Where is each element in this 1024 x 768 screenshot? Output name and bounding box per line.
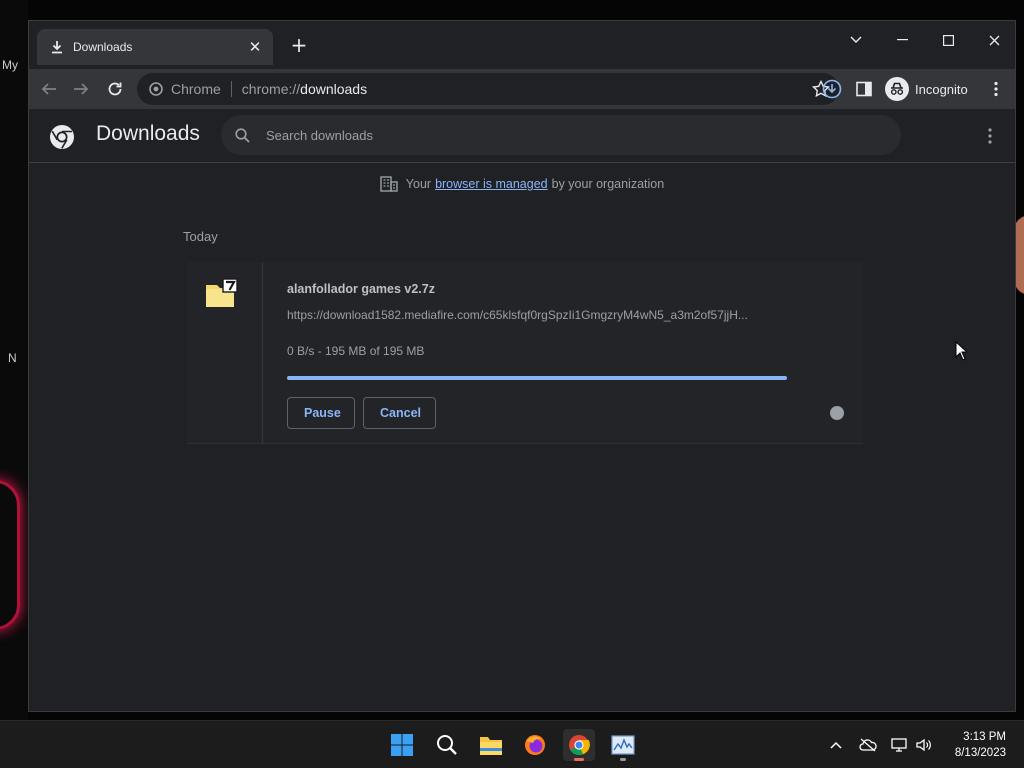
origin-chip: Chrome: [171, 81, 221, 97]
taskbar-clock[interactable]: 3:13 PM 8/13/2023: [955, 729, 1006, 761]
download-status: 0 B/s - 195 MB of 195 MB: [287, 344, 425, 358]
close-icon: [989, 35, 999, 45]
firefox-icon: [525, 735, 545, 755]
clock-time: 3:13 PM: [963, 731, 1006, 743]
minimize-icon: [896, 39, 908, 41]
mouse-cursor-icon: [955, 341, 967, 361]
incognito-profile-button[interactable]: Incognito: [883, 73, 976, 105]
downloads-button[interactable]: [821, 78, 843, 100]
search-box: [221, 115, 901, 155]
download-item-card: alanfollador games v2.7z https://downloa…: [187, 262, 863, 444]
taskbar: 3:13 PM 8/13/2023: [0, 720, 1024, 768]
clock-date: 8/13/2023: [954, 747, 1006, 759]
tab-downloads[interactable]: Downloads ✕: [37, 29, 273, 65]
running-indicator: [620, 758, 626, 761]
file-explorer-icon: [480, 737, 502, 755]
vertical-dots-icon: [994, 81, 998, 97]
start-button[interactable]: [386, 729, 418, 761]
more-actions-icon[interactable]: [987, 127, 993, 145]
pause-button[interactable]: Pause: [287, 397, 355, 429]
cancel-button[interactable]: Cancel: [363, 397, 436, 429]
network-icon: [891, 738, 907, 752]
managed-suffix: by your organization: [551, 177, 665, 191]
search-icon: [235, 127, 250, 143]
file-explorer-button[interactable]: [475, 729, 507, 761]
downloads-header: Downloads: [29, 109, 1015, 163]
taskbar-search-button[interactable]: [431, 729, 463, 761]
firefox-button[interactable]: [519, 729, 551, 761]
task-manager-button[interactable]: [607, 729, 639, 761]
back-arrow-icon: [41, 83, 56, 95]
item-more-icon[interactable]: [830, 406, 844, 420]
date-section-header: Today: [183, 229, 218, 244]
forward-button[interactable]: [67, 75, 95, 103]
search-downloads-input[interactable]: [266, 127, 826, 143]
task-manager-icon: [611, 735, 635, 755]
active-indicator: [574, 758, 584, 761]
tab-search-button[interactable]: [833, 25, 879, 55]
download-icon: [52, 41, 62, 54]
tab-strip: Downloads ✕ +: [29, 21, 1015, 69]
maximize-icon: [942, 34, 954, 46]
close-window-button[interactable]: [971, 25, 1017, 55]
file-icon-column: [187, 262, 263, 444]
download-circle-icon: [822, 79, 842, 99]
speaker-icon: [916, 738, 931, 752]
building-icon: [380, 176, 398, 192]
side-panel-icon: [856, 81, 872, 97]
chrome-logo-icon: [149, 82, 163, 96]
cloud-offline-icon: [859, 738, 877, 752]
chrome-icon: [569, 735, 590, 756]
new-tab-button[interactable]: +: [287, 33, 311, 57]
incognito-label: Incognito: [915, 81, 968, 97]
forward-arrow-icon: [74, 83, 89, 95]
reload-button[interactable]: [101, 75, 129, 103]
chrome-menu-button[interactable]: [985, 78, 1007, 100]
chevron-up-icon: [830, 741, 842, 749]
managed-notice: Your browser is managed by your organiza…: [29, 176, 1015, 192]
desktop-text: N: [8, 351, 17, 365]
download-source-url[interactable]: https://download1582.mediafire.com/c65kl…: [287, 308, 787, 322]
address-bar[interactable]: Chrome chrome:// downloads: [137, 73, 839, 105]
managed-link[interactable]: browser is managed: [435, 177, 548, 191]
search-icon: [437, 735, 457, 755]
page-title: Downloads: [96, 122, 200, 145]
chevron-down-icon: [850, 36, 862, 43]
download-progress-bar: [287, 376, 787, 380]
downloads-page: Downloads Your browser is managed by you…: [29, 109, 1015, 711]
chrome-logo-icon: [50, 125, 74, 149]
maximize-button[interactable]: [925, 25, 971, 55]
wallpaper-neon-ring: [0, 480, 20, 630]
back-button[interactable]: [35, 75, 63, 103]
reload-icon: [108, 82, 122, 96]
network-tray-button[interactable]: [890, 735, 910, 755]
download-file-name[interactable]: alanfollador games v2.7z: [287, 282, 435, 296]
tab-title: Downloads: [73, 40, 133, 54]
toolbar: Chrome chrome:// downloads Incognito: [29, 69, 1015, 109]
chrome-taskbar-button[interactable]: [563, 729, 595, 761]
desktop-text: My: [2, 58, 18, 72]
divider: [230, 81, 232, 97]
7z-archive-icon: [206, 278, 238, 307]
url-scheme: chrome://: [241, 81, 301, 97]
managed-prefix: Your: [405, 177, 432, 191]
minimize-button[interactable]: [879, 25, 925, 55]
chrome-window: Downloads ✕ + Chrome chrome:// downloads…: [28, 20, 1016, 712]
download-progress-fill: [287, 376, 787, 380]
side-panel-button[interactable]: [853, 78, 875, 100]
windows-start-icon: [391, 734, 413, 756]
tab-close-icon[interactable]: ✕: [247, 38, 263, 56]
incognito-icon: [885, 77, 909, 101]
volume-tray-button[interactable]: [914, 735, 934, 755]
url-path: downloads: [300, 81, 368, 97]
show-hidden-icons-button[interactable]: [826, 735, 846, 755]
onedrive-tray-button[interactable]: [858, 735, 878, 755]
